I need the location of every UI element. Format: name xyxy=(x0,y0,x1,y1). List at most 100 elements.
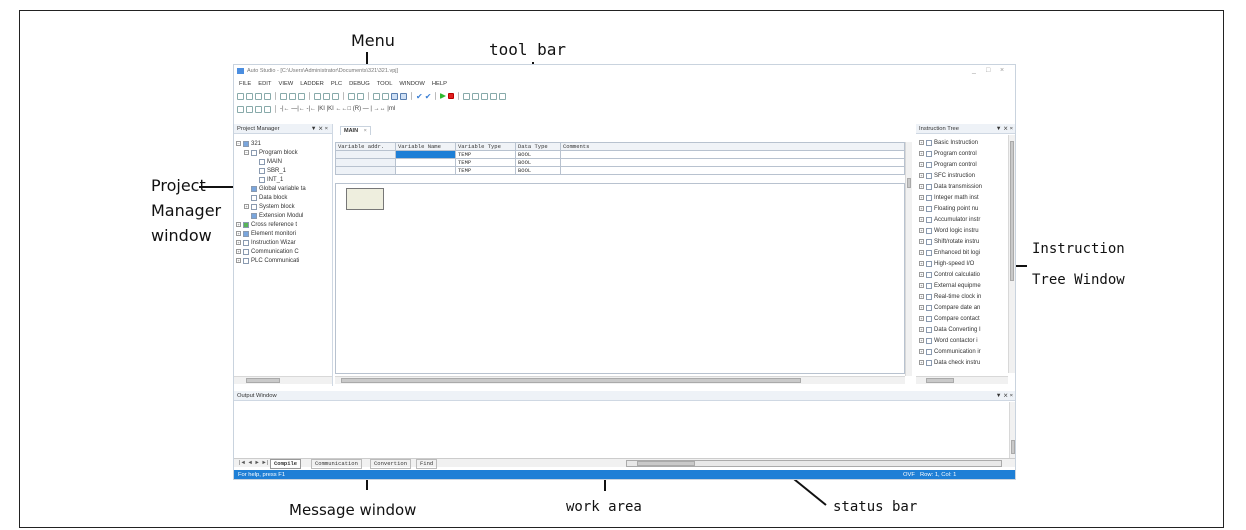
tree-item-element-monitoring[interactable]: + Element monitori xyxy=(236,229,296,238)
tab-find[interactable]: Find xyxy=(416,459,438,469)
menu-plc[interactable]: PLC xyxy=(331,79,342,89)
expand-icon[interactable]: + xyxy=(236,240,241,245)
tab-communication[interactable]: Communication xyxy=(311,459,362,469)
instruction-tree-item[interactable]: + Shift/rotate instru xyxy=(919,237,979,246)
ladder-cursor-cell[interactable] xyxy=(346,188,384,210)
tree-item-data-block[interactable]: Data block xyxy=(251,193,287,202)
print-icon[interactable] xyxy=(264,92,271,100)
expand-icon[interactable]: + xyxy=(919,360,924,365)
menu-edit[interactable]: EDIT xyxy=(258,79,271,89)
instruction-tree-item[interactable]: + Accumulator instr xyxy=(919,215,980,224)
instruction-tree-item[interactable]: + Word contactor i xyxy=(919,336,978,345)
expand-icon[interactable]: + xyxy=(919,140,924,145)
table-row[interactable]: TEMP BOOL xyxy=(335,158,905,167)
expand-icon[interactable]: + xyxy=(919,162,924,167)
compile-check-icon[interactable]: ✔ xyxy=(416,92,423,100)
output-message-area[interactable] xyxy=(234,402,1015,458)
instruction-tree-item[interactable]: + Compare date an xyxy=(919,303,980,312)
expand-icon[interactable]: + xyxy=(919,206,924,211)
tree-item-main[interactable]: MAIN xyxy=(259,157,282,166)
save-icon[interactable] xyxy=(255,92,262,100)
expand-icon[interactable]: + xyxy=(919,250,924,255)
edit-icon[interactable] xyxy=(490,92,498,100)
instruction-tree-item[interactable]: + Integer math inst xyxy=(919,193,979,202)
expand-icon[interactable]: + xyxy=(919,294,924,299)
expand-icon[interactable]: + xyxy=(919,305,924,310)
expand-icon[interactable]: + xyxy=(919,217,924,222)
ladder-work-area[interactable] xyxy=(335,183,905,374)
expand-icon[interactable]: + xyxy=(919,338,924,343)
ladder-element-icons[interactable]: -|← —|← -|← |KI |KI ←←□ (R) — | →↔ |ml xyxy=(280,106,395,113)
redo-icon[interactable] xyxy=(323,92,330,100)
monitor-icon[interactable] xyxy=(463,92,471,100)
instruction-tree-vscrollbar[interactable] xyxy=(1008,135,1015,373)
network-delete-icon[interactable] xyxy=(246,105,253,113)
instruction-tree-item[interactable]: + Floating point nu xyxy=(919,204,978,213)
open-folder-icon[interactable] xyxy=(246,92,253,100)
expand-icon[interactable]: + xyxy=(236,258,241,263)
menu-tool[interactable]: TOOL xyxy=(377,79,393,89)
collapse-icon[interactable]: − xyxy=(244,150,249,155)
expand-icon[interactable]: + xyxy=(919,261,924,266)
delete-icon[interactable] xyxy=(332,92,339,100)
instruction-tree-item[interactable]: + Real-time clock in xyxy=(919,292,981,301)
expand-icon[interactable]: + xyxy=(244,204,249,209)
tree-item-int-1[interactable]: INT_1 xyxy=(259,175,283,184)
ladder-view-icon[interactable] xyxy=(391,92,398,100)
menu-file[interactable]: FILE xyxy=(239,79,251,89)
scroll-thumb[interactable] xyxy=(246,378,280,383)
find-icon[interactable] xyxy=(348,92,355,100)
compile-all-icon[interactable]: ✔ xyxy=(425,92,432,100)
tree-item-plc-communication[interactable]: + PLC Communicati xyxy=(236,256,299,265)
instruction-tree-item[interactable]: + High-speed I/O xyxy=(919,259,974,268)
upload-icon[interactable] xyxy=(373,92,380,100)
instruction-tree-item[interactable]: + Data Converting I xyxy=(919,325,981,334)
expand-icon[interactable]: + xyxy=(919,228,924,233)
menu-window[interactable]: WINDOW xyxy=(399,79,424,89)
list-view-icon[interactable] xyxy=(400,92,407,100)
scroll-thumb[interactable] xyxy=(1011,440,1015,454)
tree-item-instruction-wizard[interactable]: + Instruction Wizar xyxy=(236,238,296,247)
instruction-tree-hscrollbar[interactable] xyxy=(916,376,1008,384)
undo-icon[interactable] xyxy=(314,92,321,100)
output-hscrollbar[interactable] xyxy=(626,460,1002,467)
output-vscrollbar[interactable] xyxy=(1009,402,1015,458)
expand-icon[interactable]: + xyxy=(919,316,924,321)
scroll-thumb[interactable] xyxy=(907,178,911,188)
collapse-icon[interactable]: − xyxy=(236,141,241,146)
menu-help[interactable]: HELP xyxy=(432,79,447,89)
instruction-tree-item[interactable]: + Communication ir xyxy=(919,347,981,356)
window-icon[interactable] xyxy=(481,92,489,100)
scroll-thumb[interactable] xyxy=(341,378,801,383)
stop-icon[interactable] xyxy=(448,93,455,99)
menu-view[interactable]: VIEW xyxy=(278,79,293,89)
replace-icon[interactable] xyxy=(357,92,364,100)
editor-vscrollbar[interactable] xyxy=(905,142,912,376)
new-file-icon[interactable] xyxy=(237,92,244,100)
expand-icon[interactable]: + xyxy=(919,327,924,332)
menu-ladder[interactable]: LADDER xyxy=(300,79,324,89)
instruction-tree-item[interactable]: + Program control xyxy=(919,160,977,169)
expand-icon[interactable]: + xyxy=(919,151,924,156)
expand-icon[interactable]: + xyxy=(919,173,924,178)
menu-debug[interactable]: DEBUG xyxy=(349,79,370,89)
tree-item-sbr-1[interactable]: SBR_1 xyxy=(259,166,286,175)
minimize-button[interactable]: _ xyxy=(972,67,976,74)
instruction-tree-item[interactable]: + Enhanced bit logi xyxy=(919,248,980,257)
download-icon[interactable] xyxy=(382,92,389,100)
instruction-tree-item[interactable]: + Data check instru xyxy=(919,358,980,367)
tree-item-cross-reference[interactable]: + Cross reference t xyxy=(236,220,297,229)
tree-item-extension-module[interactable]: Extension Modul xyxy=(251,211,303,220)
instruction-tree-item[interactable]: + SFC instruction xyxy=(919,171,975,180)
cut-icon[interactable] xyxy=(280,92,287,100)
tab-convertion[interactable]: Convertion xyxy=(370,459,412,469)
expand-icon[interactable]: + xyxy=(919,272,924,277)
expand-icon[interactable]: + xyxy=(236,231,241,236)
tree-item-communication[interactable]: + Communication C xyxy=(236,247,299,256)
instruction-tree-controls[interactable]: ▼ ⨯ × xyxy=(996,124,1013,134)
table-row[interactable]: TEMP BOOL xyxy=(335,166,905,175)
close-button[interactable]: × xyxy=(1000,67,1004,74)
expand-icon[interactable]: + xyxy=(919,349,924,354)
instruction-tree-item[interactable]: + Basic Instruction xyxy=(919,138,978,147)
instruction-tree-item[interactable]: + Control calculatio xyxy=(919,270,980,279)
